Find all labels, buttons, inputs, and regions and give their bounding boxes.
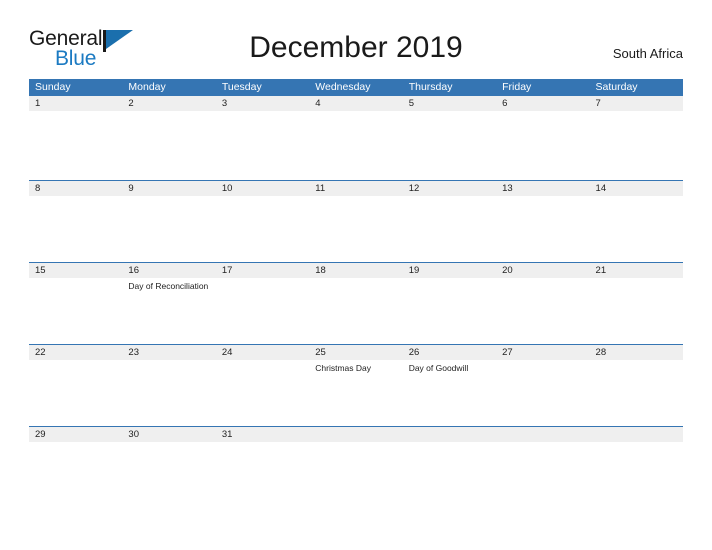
day-cell-8[interactable]	[29, 196, 122, 262]
day-number-18[interactable]: 18	[309, 263, 402, 278]
day-number-1[interactable]: 1	[29, 96, 122, 111]
week-date-number-band: 29 30 31	[29, 427, 683, 442]
day-cell-22[interactable]	[29, 360, 122, 426]
week-date-number-band: 8 9 10 11 12 13 14	[29, 181, 683, 196]
day-cell-1[interactable]	[29, 111, 122, 180]
day-cell-7[interactable]	[590, 111, 683, 180]
day-cell-19[interactable]	[403, 278, 496, 344]
day-number-4[interactable]: 4	[309, 96, 402, 111]
day-number-16[interactable]: 16	[122, 263, 215, 278]
day-cell-21[interactable]	[590, 278, 683, 344]
day-number-29[interactable]: 29	[29, 427, 122, 442]
day-cell-23[interactable]	[122, 360, 215, 426]
day-number-empty	[403, 427, 496, 442]
day-number-9[interactable]: 9	[122, 181, 215, 196]
day-number-empty	[309, 427, 402, 442]
week-date-number-band: 15 16 17 18 19 20 21	[29, 263, 683, 278]
day-number-28[interactable]: 28	[590, 345, 683, 360]
day-cell-18[interactable]	[309, 278, 402, 344]
weekday-header-wednesday: Wednesday	[315, 81, 371, 93]
holiday-label: Day of Reconciliation	[128, 281, 209, 291]
day-cell-12[interactable]	[403, 196, 496, 262]
day-cell-16[interactable]: Day of Reconciliation	[122, 278, 215, 344]
calendar-week-row: 1234567	[29, 96, 683, 180]
weekday-header-sunday: Sunday	[35, 81, 71, 93]
day-cell-28[interactable]	[590, 360, 683, 426]
day-cell-15[interactable]	[29, 278, 122, 344]
page-title: December 2019	[249, 31, 463, 64]
day-number-10[interactable]: 10	[216, 181, 309, 196]
day-cell-4[interactable]	[309, 111, 402, 180]
day-number-6[interactable]: 6	[496, 96, 589, 111]
weekday-header-monday: Monday	[128, 81, 166, 93]
day-number-8[interactable]: 8	[29, 181, 122, 196]
holiday-label: Day of Goodwill	[408, 363, 469, 373]
day-cell-9[interactable]	[122, 196, 215, 262]
day-cell-25[interactable]: Christmas Day	[309, 360, 402, 426]
day-cell-6[interactable]	[496, 111, 589, 180]
week-event-band: Day of Reconciliation	[29, 278, 683, 344]
day-cell-26[interactable]: Day of Goodwill	[403, 360, 496, 426]
day-number-25[interactable]: 25	[309, 345, 402, 360]
weekday-header-row: Sunday Monday Tuesday Wednesday Thursday Frid…	[29, 79, 683, 96]
day-number-5[interactable]: 5	[403, 96, 496, 111]
day-cell-13[interactable]	[496, 196, 589, 262]
page-header: General Blue December 2019 South Africa	[0, 0, 712, 78]
holiday-label: Christmas Day	[315, 363, 371, 373]
day-number-30[interactable]: 30	[122, 427, 215, 442]
day-number-26[interactable]: 26	[403, 345, 496, 360]
day-number-3[interactable]: 3	[216, 96, 309, 111]
weekday-header-tuesday: Tuesday	[221, 81, 262, 93]
week-date-number-band: 1234567	[29, 96, 683, 111]
day-number-20[interactable]: 20	[496, 263, 589, 278]
week-event-band: Christmas Day Day of Goodwill	[29, 360, 683, 426]
calendar-grid: Sunday Monday Tuesday Wednesday Thursday Frid…	[29, 79, 683, 442]
country-label: South Africa	[612, 46, 683, 61]
day-number-19[interactable]: 19	[403, 263, 496, 278]
day-cell-24[interactable]	[216, 360, 309, 426]
day-cell-3[interactable]	[216, 111, 309, 180]
day-number-24[interactable]: 24	[216, 345, 309, 360]
day-number-13[interactable]: 13	[496, 181, 589, 196]
day-number-17[interactable]: 17	[216, 263, 309, 278]
day-cell-27[interactable]	[496, 360, 589, 426]
day-cell-5[interactable]	[403, 111, 496, 180]
weekday-header-thursday: Thursday	[408, 81, 453, 93]
day-number-12[interactable]: 12	[403, 181, 496, 196]
day-cell-11[interactable]	[309, 196, 402, 262]
day-cell-14[interactable]	[590, 196, 683, 262]
day-number-7[interactable]: 7	[590, 96, 683, 111]
day-number-14[interactable]: 14	[590, 181, 683, 196]
day-number-21[interactable]: 21	[590, 263, 683, 278]
day-number-23[interactable]: 23	[122, 345, 215, 360]
week-event-band	[29, 196, 683, 262]
day-cell-20[interactable]	[496, 278, 589, 344]
day-number-15[interactable]: 15	[29, 263, 122, 278]
day-cell-10[interactable]	[216, 196, 309, 262]
day-number-2[interactable]: 2	[122, 96, 215, 111]
calendar-week-row: 8 9 10 11 12 13 14	[29, 180, 683, 262]
day-number-31[interactable]: 31	[216, 427, 309, 442]
calendar-week-row: 29 30 31	[29, 426, 683, 442]
day-number-empty	[496, 427, 589, 442]
day-number-empty	[590, 427, 683, 442]
day-number-22[interactable]: 22	[29, 345, 122, 360]
day-number-27[interactable]: 27	[496, 345, 589, 360]
calendar-week-row: 15 16 17 18 19 20 21 Day of Reconciliation	[29, 262, 683, 344]
day-number-11[interactable]: 11	[309, 181, 402, 196]
calendar-weeks: 1 2 3 4 5 6 7 8 9 10 11 12 13 14 15 16 17 18 19 20 21 Day of …	[29, 96, 683, 442]
weekday-header-saturday: Saturday	[595, 81, 638, 93]
day-cell-2[interactable]	[122, 111, 215, 180]
calendar-week-row: 22 23 24 25 26 27 28 Christmas Day Day of Goodwi…	[29, 344, 683, 426]
week-date-number-band: 22 23 24 25 26 27 28	[29, 345, 683, 360]
calendar-page: General Blue December 2019 South Africa …	[0, 0, 712, 550]
week-event-band	[29, 111, 683, 180]
weekday-header-friday: Friday	[502, 81, 532, 93]
day-cell-17[interactable]	[216, 278, 309, 344]
